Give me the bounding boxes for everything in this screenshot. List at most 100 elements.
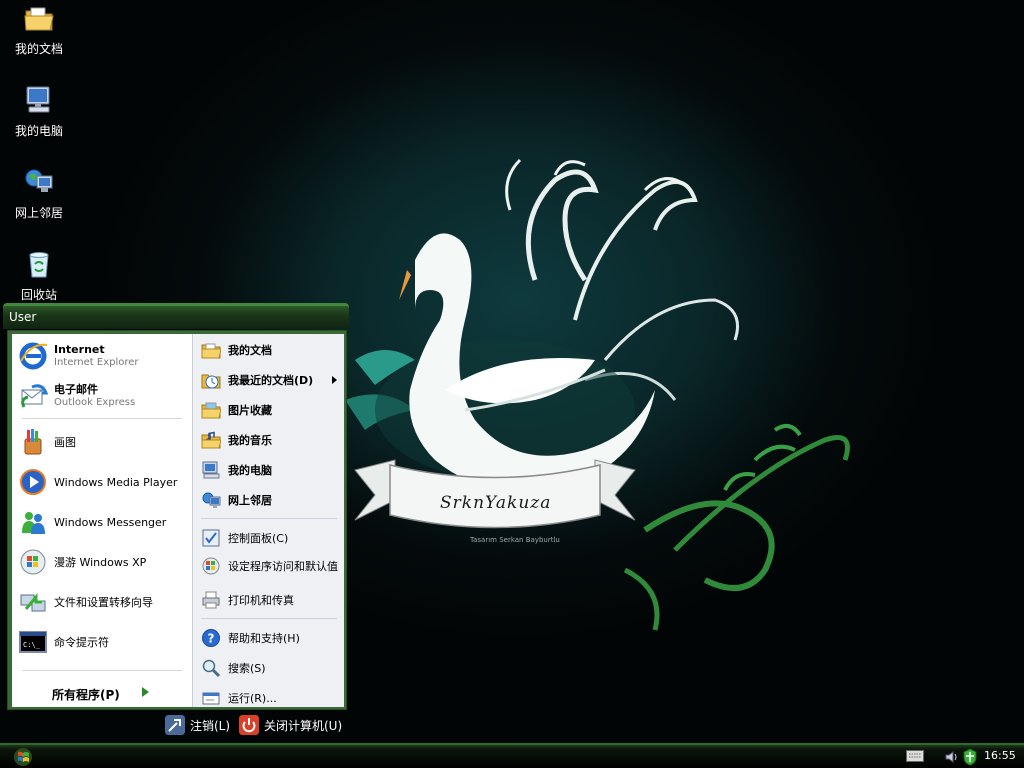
programs-separator xyxy=(22,418,182,419)
pictures-folder-icon xyxy=(201,402,221,419)
start-button[interactable] xyxy=(10,747,36,767)
start-menu-header: User xyxy=(3,303,349,329)
recycle-bin-icon xyxy=(29,252,49,278)
printer-icon xyxy=(202,591,220,609)
places-separator xyxy=(201,618,337,619)
clock[interactable]: 16:55 xyxy=(984,749,1016,762)
folder-documents-icon xyxy=(201,343,221,359)
recent-item-label: 文件和设置转移向导 xyxy=(54,595,153,609)
wallpaper-swan-art xyxy=(345,158,850,631)
network-icon xyxy=(202,492,221,508)
place-label: 我的文档 xyxy=(228,343,272,357)
computer-icon xyxy=(26,86,50,113)
help-and-support[interactable]: ? 帮助和支持(H) xyxy=(201,628,341,648)
recent-item-label: Windows Messenger xyxy=(54,515,167,529)
security-shield-icon[interactable] xyxy=(962,748,978,766)
desktop-icon-recycle-bin[interactable]: 回收站 xyxy=(8,248,70,303)
recent-files-settings-wizard[interactable]: 文件和设置转移向导 xyxy=(18,584,190,620)
command-prompt-icon: C:\_ xyxy=(19,631,47,653)
email-icon xyxy=(21,384,48,408)
submenu-arrow-icon xyxy=(332,376,337,384)
logoff-button[interactable]: 注销(L) xyxy=(165,715,230,735)
taskbar: 16:55 xyxy=(0,743,1024,768)
svg-text:?: ? xyxy=(208,632,215,646)
recent-item-label: 画图 xyxy=(54,435,76,449)
desktop-icon-label: 网上邻居 xyxy=(14,206,63,220)
setting-printers-faxes[interactable]: 打印机和传真 xyxy=(201,590,341,610)
start-menu-places-pane: 我的文档 我最近的文档(D) 图片收藏 我的音乐 我的电脑 网上邻居 控制面板(… xyxy=(192,334,344,707)
desktop-icon-label: 我的电脑 xyxy=(14,124,63,138)
pinned-outlook-express[interactable]: 电子邮件 Outlook Express xyxy=(18,378,190,414)
place-my-pictures[interactable]: 图片收藏 xyxy=(201,400,341,420)
recent-command-prompt[interactable]: C:\_ 命令提示符 xyxy=(18,624,190,660)
folder-documents-icon xyxy=(24,7,54,31)
music-folder-icon xyxy=(201,431,221,449)
start-menu-body: Internet Internet Explorer 电子邮件 Outlook … xyxy=(7,330,347,710)
search-icon xyxy=(202,659,221,678)
transfer-wizard-icon xyxy=(20,592,46,612)
place-label: 运行(R)... xyxy=(228,691,277,705)
desktop-icon-my-computer[interactable]: 我的电脑 xyxy=(8,84,70,139)
recent-item-label: 命令提示符 xyxy=(54,635,109,649)
system-tray: 16:55 xyxy=(900,745,1024,768)
recent-item-label: 漫游 Windows XP xyxy=(54,555,147,569)
user-name: User xyxy=(9,310,37,324)
power-icon xyxy=(239,715,259,735)
place-label: 控制面板(C) xyxy=(228,531,289,545)
tour-xp-icon xyxy=(20,549,46,575)
desktop-icon-label: 回收站 xyxy=(20,288,57,302)
svg-text:C:\_: C:\_ xyxy=(23,641,41,649)
internet-explorer-icon xyxy=(19,342,48,370)
speaker-icon[interactable] xyxy=(944,749,960,765)
pinned-title: 电子邮件 xyxy=(54,383,98,396)
logoff-label: 注销(L) xyxy=(190,718,231,733)
logoff-icon xyxy=(165,715,185,735)
place-label: 我的音乐 xyxy=(228,433,272,447)
start-menu: User Internet Internet Explorer 电子邮件 Out… xyxy=(3,303,349,738)
places-separator xyxy=(201,518,337,519)
pinned-subtitle: Outlook Express xyxy=(54,397,136,408)
help-icon: ? xyxy=(202,629,220,647)
network-icon xyxy=(25,169,53,192)
place-label: 帮助和支持(H) xyxy=(228,631,300,645)
setting-control-panel[interactable]: 控制面板(C) xyxy=(201,528,341,548)
run[interactable]: 运行(R)... xyxy=(201,688,341,708)
shutdown-label: 关闭计算机(U) xyxy=(264,718,343,733)
run-icon xyxy=(202,692,220,705)
start-menu-programs-pane: Internet Internet Explorer 电子邮件 Outlook … xyxy=(12,334,192,707)
paint-icon xyxy=(24,429,42,455)
desktop: 我的文档 我的电脑 网上邻居 回收站 SrknYakuza Tasarım Se… xyxy=(0,0,1024,768)
place-my-music[interactable]: 我的音乐 xyxy=(201,430,341,450)
desktop-icon-my-documents[interactable]: 我的文档 xyxy=(8,2,70,57)
place-my-computer[interactable]: 我的电脑 xyxy=(201,460,341,480)
place-label: 图片收藏 xyxy=(228,403,272,417)
recent-documents-icon xyxy=(201,374,221,389)
desktop-icon-network[interactable]: 网上邻居 xyxy=(8,166,70,221)
control-panel-icon xyxy=(202,529,220,547)
place-label: 打印机和传真 xyxy=(228,593,294,607)
setting-program-access[interactable]: 设定程序访问和默认值 xyxy=(201,556,341,576)
program-access-icon xyxy=(202,557,220,575)
place-label: 我最近的文档(D) xyxy=(228,373,314,387)
pinned-internet-explorer[interactable]: Internet Internet Explorer xyxy=(18,338,190,374)
place-recent-documents[interactable]: 我最近的文档(D) xyxy=(201,370,341,390)
recent-windows-messenger[interactable]: Windows Messenger xyxy=(18,504,190,540)
computer-icon xyxy=(202,461,220,479)
pinned-title: Internet xyxy=(54,343,105,356)
all-programs-button[interactable]: 所有程序(P) xyxy=(52,686,120,703)
recent-windows-media-player[interactable]: Windows Media Player xyxy=(18,464,190,500)
place-network[interactable]: 网上邻居 xyxy=(201,490,341,510)
recent-tour-windows-xp[interactable]: 漫游 Windows XP xyxy=(18,544,190,580)
start-menu-footer: 注销(L) 关闭计算机(U) xyxy=(3,710,349,738)
wallpaper-credit: Tasarım Serkan Bayburtlu xyxy=(470,536,560,544)
place-my-documents[interactable]: 我的文档 xyxy=(201,340,341,360)
shutdown-button[interactable]: 关闭计算机(U) xyxy=(239,715,342,735)
search[interactable]: 搜索(S) xyxy=(201,658,341,678)
keyboard-icon[interactable] xyxy=(906,750,924,762)
pinned-subtitle: Internet Explorer xyxy=(54,357,139,368)
recent-item-label: Windows Media Player xyxy=(54,475,178,489)
place-label: 网上邻居 xyxy=(228,493,272,507)
all-programs-arrow-icon xyxy=(142,687,149,697)
programs-separator xyxy=(22,670,182,671)
recent-paint[interactable]: 画图 xyxy=(18,424,190,460)
